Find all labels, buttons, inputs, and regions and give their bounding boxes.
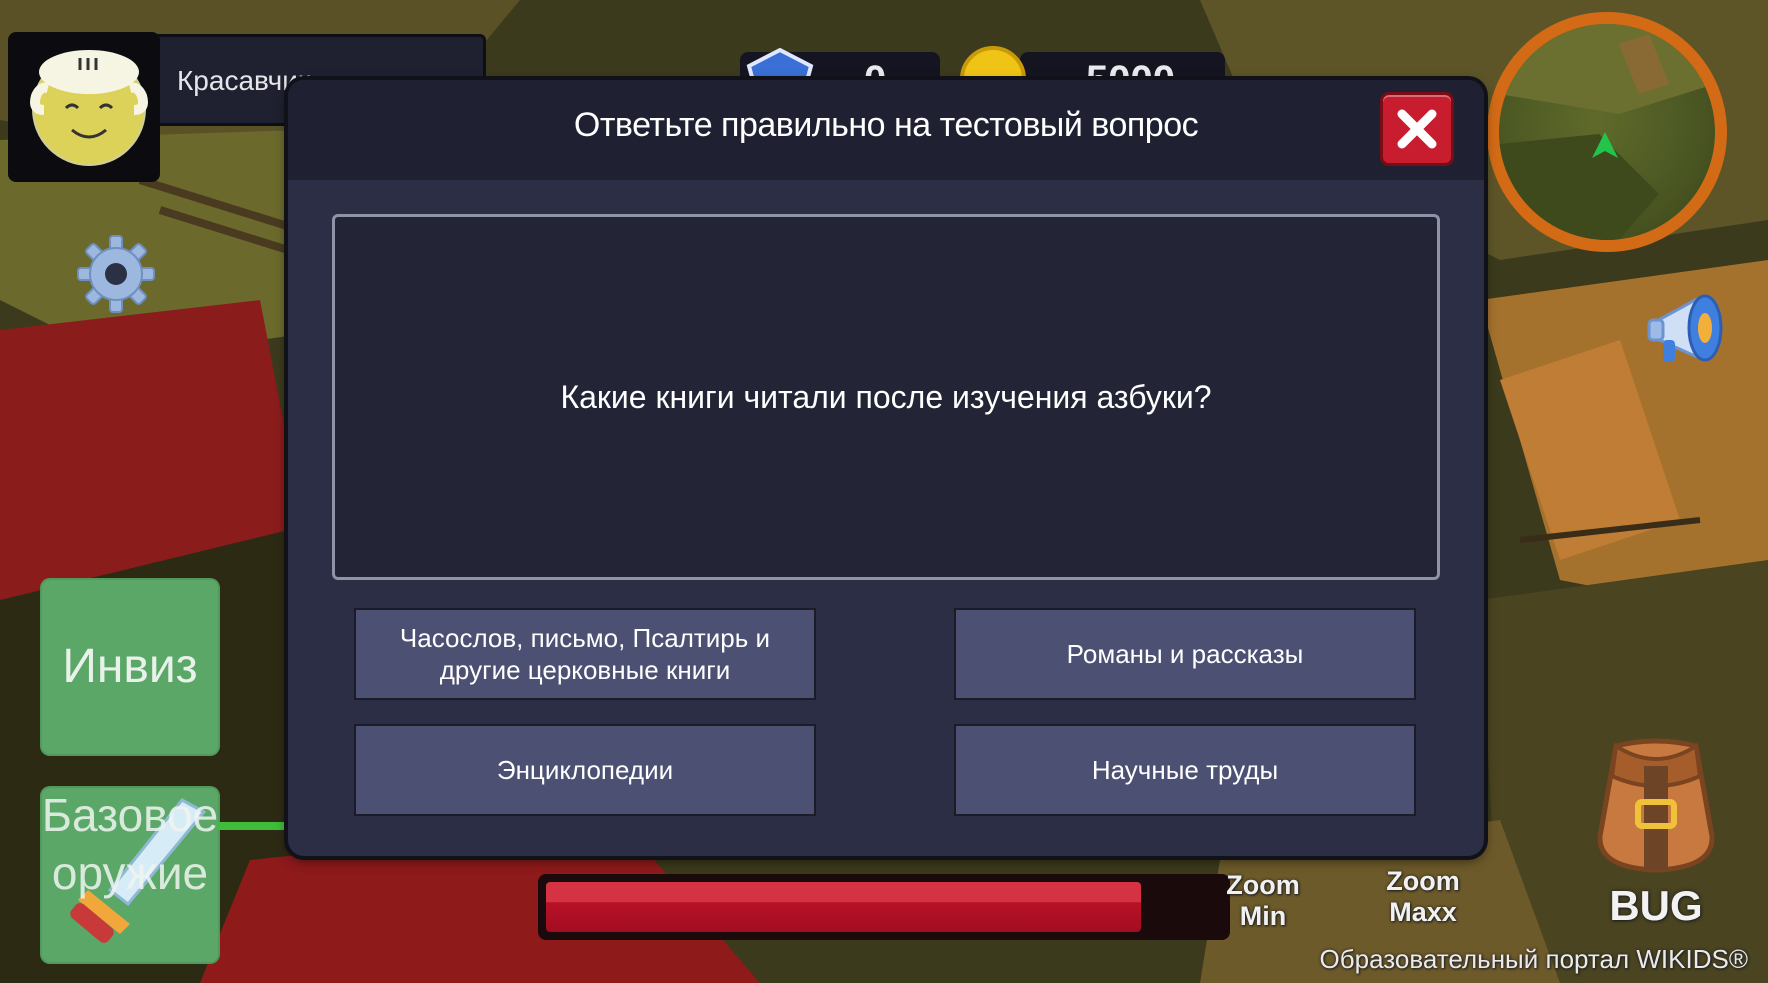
close-button[interactable] xyxy=(1380,92,1454,166)
close-icon xyxy=(1397,109,1437,149)
answer-label-2: Романы и рассказы xyxy=(1066,639,1304,669)
base-weapon-skill-button[interactable]: Базовое оружие xyxy=(40,786,220,964)
megaphone-icon[interactable] xyxy=(1645,286,1735,376)
question-text: Какие книги читали после изучения азбуки… xyxy=(560,379,1212,415)
answer-button-1[interactable]: Часослов, письмо, Псалтирь и другие церк… xyxy=(354,608,816,700)
quiz-dialog-header: Ответьте правильно на тестовый вопрос xyxy=(288,80,1484,180)
quiz-dialog: Ответьте правильно на тестовый вопрос Ка… xyxy=(288,80,1484,856)
player-avatar[interactable] xyxy=(8,32,160,182)
answer-button-2[interactable]: Романы и рассказы xyxy=(954,608,1416,700)
answer-label-4: Научные труды xyxy=(1091,755,1279,785)
smiley-avatar-icon xyxy=(30,50,148,166)
portal-watermark: Образовательный портал WIKIDS® xyxy=(1319,944,1748,974)
backpack-icon[interactable] xyxy=(1586,736,1726,876)
bug-report-button[interactable]: BUG xyxy=(1596,882,1716,930)
base-weapon-skill-label: Базовое оружие xyxy=(41,789,219,899)
answer-button-4[interactable]: Научные труды xyxy=(954,724,1416,816)
health-bar xyxy=(538,874,1230,940)
settings-gear-icon[interactable] xyxy=(76,234,156,314)
weapon-cooldown-bar xyxy=(218,822,288,830)
invisibility-skill-button[interactable]: Инвиз xyxy=(40,578,220,756)
zoom-min-button[interactable]: Zoom Min xyxy=(1218,870,1308,932)
minimap[interactable] xyxy=(1487,12,1727,252)
health-bar-fill xyxy=(546,882,1141,932)
answer-button-3[interactable]: Энциклопедии xyxy=(354,724,816,816)
zoom-max-button[interactable]: Zoom Maxx xyxy=(1378,866,1468,928)
invisibility-skill-label: Инвиз xyxy=(62,640,198,693)
answer-label-3: Энциклопедии xyxy=(496,755,674,785)
player-arrow-icon xyxy=(1592,132,1618,158)
quiz-dialog-title: Ответьте правильно на тестовый вопрос xyxy=(573,106,1199,144)
answer-label-1: Часослов, письмо, Псалтирь и другие церк… xyxy=(399,623,771,685)
question-box: Какие книги читали после изучения азбуки… xyxy=(332,214,1440,580)
